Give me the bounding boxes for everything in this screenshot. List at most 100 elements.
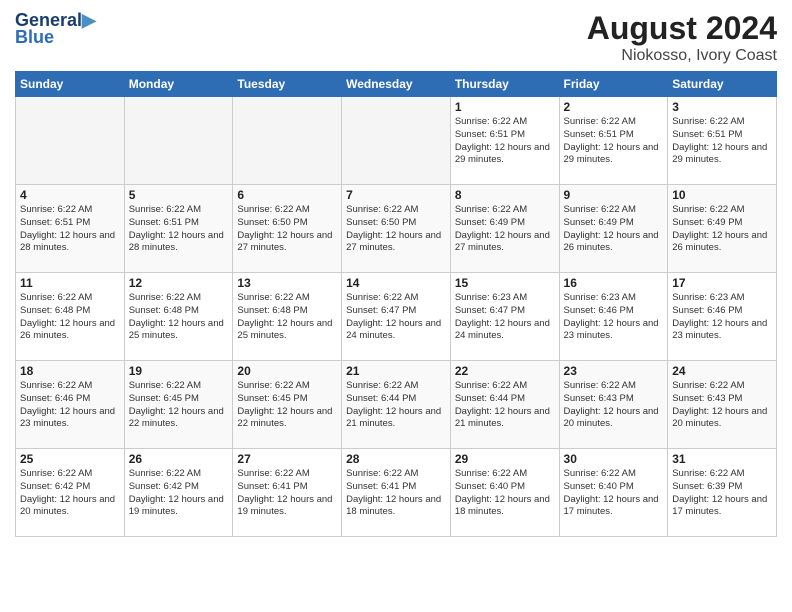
day-info: Sunrise: 6:22 AM Sunset: 6:42 PM Dayligh… [129, 468, 229, 519]
title-block: August 2024 Niokosso, Ivory Coast [587, 10, 777, 65]
day-info: Sunrise: 6:22 AM Sunset: 6:42 PM Dayligh… [20, 468, 120, 519]
day-cell: 28 Sunrise: 6:22 AM Sunset: 6:41 PM Dayli… [342, 449, 451, 537]
calendar-table: Sunday Monday Tuesday Wednesday Thursday… [15, 71, 777, 537]
day-info: Sunrise: 6:22 AM Sunset: 6:43 PM Dayligh… [564, 380, 664, 431]
day-number: 13 [237, 276, 337, 290]
day-number: 3 [672, 100, 772, 114]
day-number: 9 [564, 188, 664, 202]
day-info: Sunrise: 6:22 AM Sunset: 6:49 PM Dayligh… [564, 204, 664, 255]
day-info: Sunrise: 6:22 AM Sunset: 6:48 PM Dayligh… [237, 292, 337, 343]
day-cell: 2 Sunrise: 6:22 AM Sunset: 6:51 PM Daylig… [559, 97, 668, 185]
day-cell [342, 97, 451, 185]
day-number: 24 [672, 364, 772, 378]
day-number: 11 [20, 276, 120, 290]
day-number: 14 [346, 276, 446, 290]
day-cell: 31 Sunrise: 6:22 AM Sunset: 6:39 PM Dayli… [668, 449, 777, 537]
day-info: Sunrise: 6:22 AM Sunset: 6:39 PM Dayligh… [672, 468, 772, 519]
day-cell: 25 Sunrise: 6:22 AM Sunset: 6:42 PM Dayli… [16, 449, 125, 537]
day-info: Sunrise: 6:22 AM Sunset: 6:45 PM Dayligh… [129, 380, 229, 431]
day-number: 26 [129, 452, 229, 466]
day-cell: 19 Sunrise: 6:22 AM Sunset: 6:45 PM Dayli… [124, 361, 233, 449]
col-friday: Friday [559, 72, 668, 97]
header-row: Sunday Monday Tuesday Wednesday Thursday… [16, 72, 777, 97]
day-number: 16 [564, 276, 664, 290]
day-number: 22 [455, 364, 555, 378]
day-cell [233, 97, 342, 185]
day-info: Sunrise: 6:22 AM Sunset: 6:51 PM Dayligh… [129, 204, 229, 255]
day-cell: 1 Sunrise: 6:22 AM Sunset: 6:51 PM Daylig… [450, 97, 559, 185]
calendar-body: 1 Sunrise: 6:22 AM Sunset: 6:51 PM Daylig… [16, 97, 777, 537]
day-cell: 30 Sunrise: 6:22 AM Sunset: 6:40 PM Dayli… [559, 449, 668, 537]
week-row-4: 18 Sunrise: 6:22 AM Sunset: 6:46 PM Dayli… [16, 361, 777, 449]
day-cell: 13 Sunrise: 6:22 AM Sunset: 6:48 PM Dayli… [233, 273, 342, 361]
day-number: 10 [672, 188, 772, 202]
day-cell: 29Sunrise: 6:22 AM Sunset: 6:40 PM Dayli… [450, 449, 559, 537]
day-cell: 20 Sunrise: 6:22 AM Sunset: 6:45 PM Dayli… [233, 361, 342, 449]
week-row-3: 11 Sunrise: 6:22 AM Sunset: 6:48 PM Dayli… [16, 273, 777, 361]
day-number: 19 [129, 364, 229, 378]
logo: General▶ Blue [15, 10, 96, 48]
day-info: Sunrise: 6:22 AM Sunset: 6:49 PM Dayligh… [455, 204, 555, 255]
day-number: 12 [129, 276, 229, 290]
day-cell: 7Sunrise: 6:22 AM Sunset: 6:50 PM Daylig… [342, 185, 451, 273]
day-cell: 21Sunrise: 6:22 AM Sunset: 6:44 PM Dayli… [342, 361, 451, 449]
day-info: Sunrise: 6:22 AM Sunset: 6:50 PM Dayligh… [237, 204, 337, 255]
day-number: 21 [346, 364, 446, 378]
col-monday: Monday [124, 72, 233, 97]
day-number: 6 [237, 188, 337, 202]
day-cell: 6 Sunrise: 6:22 AM Sunset: 6:50 PM Daylig… [233, 185, 342, 273]
day-number: 18 [20, 364, 120, 378]
day-cell: 4 Sunrise: 6:22 AM Sunset: 6:51 PM Daylig… [16, 185, 125, 273]
day-number: 8 [455, 188, 555, 202]
calendar-header: Sunday Monday Tuesday Wednesday Thursday… [16, 72, 777, 97]
day-cell: 14 Sunrise: 6:22 AM Sunset: 6:47 PM Dayli… [342, 273, 451, 361]
day-cell: 24Sunrise: 6:22 AM Sunset: 6:43 PM Dayli… [668, 361, 777, 449]
day-cell: 16Sunrise: 6:23 AM Sunset: 6:46 PM Dayli… [559, 273, 668, 361]
day-cell [16, 97, 125, 185]
day-info: Sunrise: 6:22 AM Sunset: 6:51 PM Dayligh… [20, 204, 120, 255]
day-info: Sunrise: 6:22 AM Sunset: 6:47 PM Dayligh… [346, 292, 446, 343]
day-number: 7 [346, 188, 446, 202]
day-cell: 15 Sunrise: 6:23 AM Sunset: 6:47 PM Dayli… [450, 273, 559, 361]
day-info: Sunrise: 6:23 AM Sunset: 6:47 PM Dayligh… [455, 292, 555, 343]
day-info: Sunrise: 6:22 AM Sunset: 6:41 PM Dayligh… [346, 468, 446, 519]
col-wednesday: Wednesday [342, 72, 451, 97]
day-info: Sunrise: 6:22 AM Sunset: 6:40 PM Dayligh… [564, 468, 664, 519]
day-number: 17 [672, 276, 772, 290]
day-number: 2 [564, 100, 664, 114]
day-cell: 9 Sunrise: 6:22 AM Sunset: 6:49 PM Daylig… [559, 185, 668, 273]
day-info: Sunrise: 6:22 AM Sunset: 6:51 PM Dayligh… [455, 116, 555, 167]
day-number: 25 [20, 452, 120, 466]
day-number: 20 [237, 364, 337, 378]
day-number: 30 [564, 452, 664, 466]
day-info: Sunrise: 6:22 AM Sunset: 6:48 PM Dayligh… [20, 292, 120, 343]
day-cell: 12 Sunrise: 6:22 AM Sunset: 6:48 PM Dayli… [124, 273, 233, 361]
day-cell: 5 Sunrise: 6:22 AM Sunset: 6:51 PM Daylig… [124, 185, 233, 273]
main-title: August 2024 [587, 10, 777, 47]
col-sunday: Sunday [16, 72, 125, 97]
week-row-2: 4 Sunrise: 6:22 AM Sunset: 6:51 PM Daylig… [16, 185, 777, 273]
day-cell: 3Sunrise: 6:22 AM Sunset: 6:51 PM Daylig… [668, 97, 777, 185]
day-info: Sunrise: 6:22 AM Sunset: 6:45 PM Dayligh… [237, 380, 337, 431]
day-number: 4 [20, 188, 120, 202]
day-info: Sunrise: 6:23 AM Sunset: 6:46 PM Dayligh… [672, 292, 772, 343]
day-cell: 10 Sunrise: 6:22 AM Sunset: 6:49 PM Dayli… [668, 185, 777, 273]
day-number: 15 [455, 276, 555, 290]
logo-text-block: General▶ Blue [15, 10, 96, 48]
day-cell: 26 Sunrise: 6:22 AM Sunset: 6:42 PM Dayli… [124, 449, 233, 537]
week-row-5: 25 Sunrise: 6:22 AM Sunset: 6:42 PM Dayli… [16, 449, 777, 537]
day-number: 1 [455, 100, 555, 114]
day-cell: 18 Sunrise: 6:22 AM Sunset: 6:46 PM Dayli… [16, 361, 125, 449]
header: General▶ Blue August 2024 Niokosso, Ivor… [15, 10, 777, 65]
day-number: 31 [672, 452, 772, 466]
day-number: 28 [346, 452, 446, 466]
day-info: Sunrise: 6:22 AM Sunset: 6:48 PM Dayligh… [129, 292, 229, 343]
day-cell: 17 Sunrise: 6:23 AM Sunset: 6:46 PM Dayli… [668, 273, 777, 361]
day-info: Sunrise: 6:22 AM Sunset: 6:40 PM Dayligh… [455, 468, 555, 519]
day-info: Sunrise: 6:22 AM Sunset: 6:46 PM Dayligh… [20, 380, 120, 431]
day-info: Sunrise: 6:22 AM Sunset: 6:51 PM Dayligh… [564, 116, 664, 167]
day-number: 27 [237, 452, 337, 466]
day-number: 5 [129, 188, 229, 202]
day-cell [124, 97, 233, 185]
day-info: Sunrise: 6:22 AM Sunset: 6:49 PM Dayligh… [672, 204, 772, 255]
